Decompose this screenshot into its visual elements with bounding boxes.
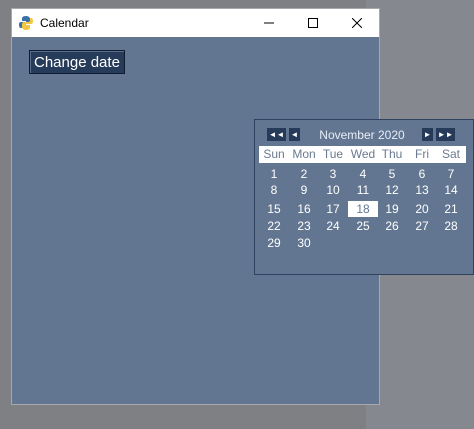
day-cell[interactable]: 10 <box>318 182 348 198</box>
weekday-header: Sun Mon Tue Wed Thu Fri Sat <box>259 146 466 163</box>
day-cell[interactable]: 30 <box>289 235 319 251</box>
prev-month-button[interactable]: ◄ <box>289 128 300 141</box>
day-cell[interactable]: 28 <box>436 218 466 234</box>
weekday-label: Sun <box>263 147 285 161</box>
weekday-label: Mon <box>292 147 316 161</box>
day-cell[interactable]: 8 <box>259 182 289 198</box>
weekday-label: Tue <box>322 147 344 161</box>
weekday-label: Wed <box>350 147 376 161</box>
day-cell[interactable]: 25 <box>348 218 378 234</box>
next-month-button[interactable]: ► <box>422 128 433 141</box>
change-date-button[interactable]: Change date <box>29 50 125 74</box>
day-cell[interactable]: 17 <box>318 201 348 217</box>
day-cell[interactable]: 16 <box>289 201 319 217</box>
day-cell[interactable]: 24 <box>318 218 348 234</box>
weekday-label: Fri <box>415 147 429 161</box>
maximize-icon <box>308 18 318 28</box>
next-year-button[interactable]: ►► <box>436 128 455 141</box>
day-cell[interactable]: 9 <box>289 182 319 198</box>
maximize-button[interactable] <box>291 9 335 37</box>
day-cell[interactable]: 15 <box>259 201 289 217</box>
day-cell[interactable]: 11 <box>348 182 378 198</box>
day-cell[interactable]: 13 <box>407 182 437 198</box>
day-cell[interactable]: 6 <box>407 166 437 182</box>
day-cell[interactable]: 1 <box>259 166 289 182</box>
prev-year-button[interactable]: ◄◄ <box>267 128 286 141</box>
day-cell[interactable]: 14 <box>436 182 466 198</box>
day-cell[interactable]: 29 <box>259 235 289 251</box>
day-cell[interactable]: 23 <box>289 218 319 234</box>
day-cell[interactable]: 3 <box>318 166 348 182</box>
day-cell[interactable]: 4 <box>348 166 378 182</box>
minimize-button[interactable] <box>247 9 291 37</box>
day-cell[interactable]: 20 <box>407 201 437 217</box>
calendar-popup: ◄◄ ◄ November 2020 ► ►► Sun Mon Tue Wed Thu F… <box>254 119 474 275</box>
day-cell[interactable]: 19 <box>377 201 407 217</box>
day-cell[interactable]: 26 <box>377 218 407 234</box>
python-icon <box>19 16 33 30</box>
weekday-label: Sat <box>441 147 460 161</box>
window-title: Calendar <box>40 16 89 30</box>
day-cell[interactable]: 2 <box>289 166 319 182</box>
title-bar[interactable]: Calendar <box>12 9 379 37</box>
day-cell[interactable]: 7 <box>436 166 466 182</box>
day-cell[interactable]: 5 <box>377 166 407 182</box>
day-cell[interactable]: 27 <box>407 218 437 234</box>
day-cell[interactable]: 22 <box>259 218 289 234</box>
month-label: November 2020 <box>319 128 405 142</box>
day-cell[interactable]: 21 <box>436 201 466 217</box>
weekday-label: Thu <box>381 147 403 161</box>
close-icon <box>352 18 362 28</box>
minimize-icon <box>264 22 274 24</box>
close-button[interactable] <box>335 9 379 37</box>
day-cell[interactable]: 12 <box>377 182 407 198</box>
day-cell[interactable]: 18 <box>348 201 378 217</box>
calendar-header: ◄◄ ◄ November 2020 ► ►► <box>255 128 473 142</box>
